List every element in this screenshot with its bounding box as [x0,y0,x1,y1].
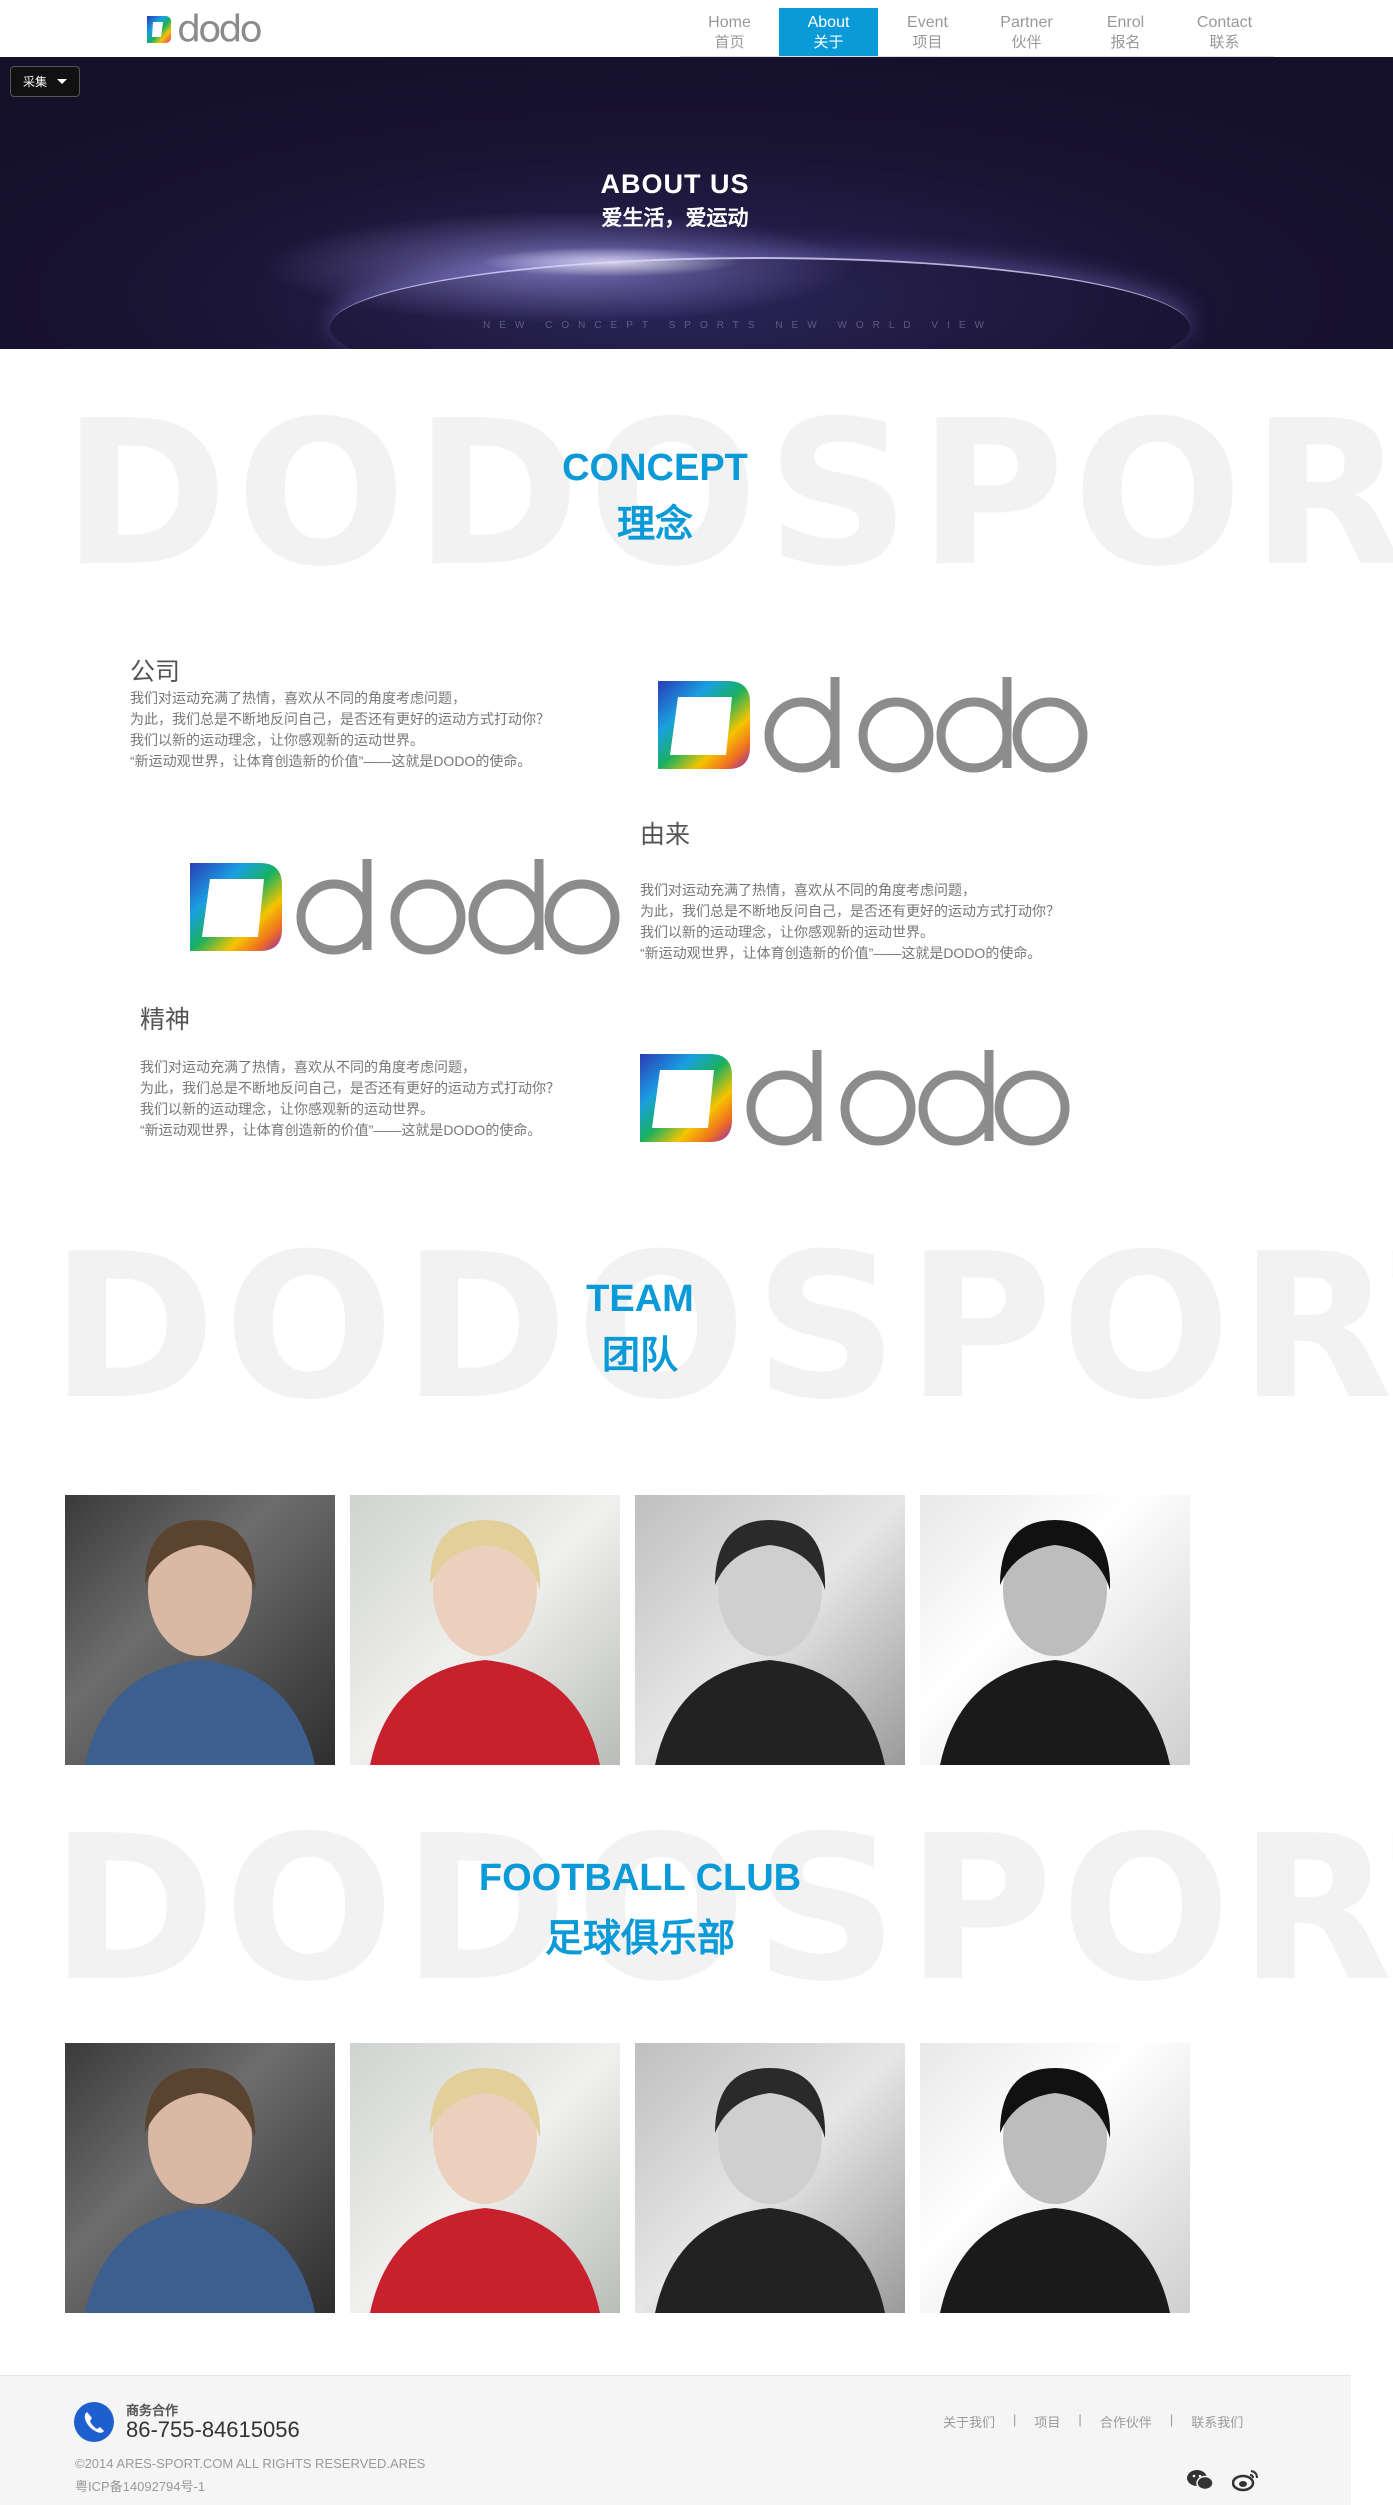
team-heading-en: TEAM [586,1278,694,1320]
team-heading-zh: 团队 [601,1335,678,1377]
club-photo-4[interactable] [920,2043,1190,2313]
dodo-logo-graphic [190,859,620,955]
footer-link-partners[interactable]: 合作伙伴 [1100,2412,1152,2431]
origin-title: 由来 [640,821,691,849]
text-line: 为此，我们总是不断地反问自己，是否还有更好的运动方式打动你？ [140,1080,560,1096]
text-line: 我们对运动充满了热情，喜欢从不同的角度考虑问题， [640,882,976,898]
footer-link-contact[interactable]: 联系我们 [1191,2412,1243,2431]
nav-item-about[interactable]: About 关于 [779,8,878,56]
portrait-image [370,2068,600,2313]
club-photo-2[interactable] [350,2043,620,2313]
divider: | [1013,2412,1017,2427]
text-line: “新运动观世界，让体育创造新的价值”——这就是DODO的使命。 [640,945,1042,961]
dodo-logo-icon [147,15,171,43]
banner-tagline: NEW CONCEPT SPORTS NEW WORLD VIEW [483,320,993,331]
dodo-logo-graphic [640,1050,1070,1146]
icp-number: 粤ICP备14092794号-1 [75,2479,206,2494]
nav-label-en: Partner [1000,14,1053,31]
portrait-image [655,1520,885,1765]
site-logo[interactable]: dodo [145,8,263,50]
concept-heading-zh: 理念 [616,504,693,546]
nav-label-en: Home [708,14,751,31]
text-line: 我们对运动充满了热情，喜欢从不同的角度考虑问题， [130,690,466,706]
spirit-title: 精神 [140,1006,191,1034]
club-heading-en: FOOTBALL CLUB [478,1857,802,1899]
concept-heading-en: CONCEPT [562,447,748,489]
club-photo-3[interactable] [635,2043,905,2313]
text-line: 为此，我们总是不断地反问自己，是否还有更好的运动方式打动你？ [130,711,550,727]
footer-links: 关于我们 | 项目 | 合作伙伴 | 联系我们 [943,2412,1243,2431]
dodo-logo-graphic [658,677,1088,773]
club-photo-1[interactable] [65,2043,335,2313]
footer-link-about[interactable]: 关于我们 [943,2412,995,2431]
dodo-logo-large [638,1048,1073,1148]
team-photo-2[interactable] [350,1495,620,1765]
nav-label-zh: 关于 [813,34,844,51]
caret-down-icon [57,79,68,84]
text-line: 我们以新的运动理念，让你感观新的运动世界。 [140,1101,434,1117]
collect-button[interactable]: 采集 [10,66,80,97]
phone-icon [74,2402,114,2442]
horizon-arc [330,257,1190,349]
nav-label-zh: 联系 [1209,34,1240,51]
nav-item-partner[interactable]: Partner 伙伴 [977,8,1076,56]
text-line: 我们以新的运动理念，让你感观新的运动世界。 [130,732,424,748]
portrait-image [940,2068,1170,2313]
dodo-logo-large [188,857,623,957]
site-header: dodo Home 首页 About 关于 Event 项目 Partner 伙伴 Enrol 报… [0,0,1393,57]
team-photo-4[interactable] [920,1495,1190,1765]
logo-wordmark: dodo [177,8,263,50]
nav-label-zh: 项目 [912,34,943,51]
footer-link-events[interactable]: 项目 [1034,2412,1060,2431]
collect-button-label: 采集 [23,75,48,89]
banner-title: ABOUT US [600,169,750,199]
nav-label-zh: 报名 [1110,34,1141,51]
portrait-image [85,1520,315,1765]
nav-item-event[interactable]: Event 项目 [878,8,977,56]
nav-item-contact[interactable]: Contact 联系 [1175,8,1274,56]
wechat-icon[interactable] [1186,2468,1214,2492]
portrait-image [655,2068,885,2313]
divider: | [1078,2412,1082,2427]
portrait-image [85,2068,315,2313]
company-text: 我们对运动充满了热情，喜欢从不同的角度考虑问题， 为此，我们总是不断地反问自己，… [130,688,550,772]
portrait-image [940,1520,1170,1765]
banner-subtitle: 爱生活，爱运动 [601,207,749,230]
nav-label-zh: 伙伴 [1011,34,1042,51]
portrait-image [370,1520,600,1765]
text-line: 我们对运动充满了热情，喜欢从不同的角度考虑问题， [140,1059,476,1075]
nav-item-enrol[interactable]: Enrol 报名 [1076,8,1175,56]
text-line: 为此，我们总是不断地反问自己，是否还有更好的运动方式打动你？ [640,903,1060,919]
site-footer: 商务合作 86-755-84615056 ©2014 ARES-SPORT.CO… [0,2375,1351,2505]
dodo-logo-large [656,675,1091,775]
main-nav: Home 首页 About 关于 Event 项目 Partner 伙伴 Enrol 报名 Cont… [680,8,1274,57]
nav-label-en: Contact [1196,14,1253,31]
team-photo-1[interactable] [65,1495,335,1765]
nav-item-home[interactable]: Home 首页 [680,8,779,56]
phone-number[interactable]: 86-755-84615056 [126,2417,300,2443]
company-title: 公司 [130,658,181,686]
weibo-icon[interactable] [1232,2468,1260,2492]
club-heading-zh: 足球俱乐部 [544,1918,735,1960]
page: dodo Home 首页 About 关于 Event 项目 Partner 伙伴 Enrol 报… [0,0,1393,2505]
about-banner: ABOUT US 爱生活，爱运动 NEW CONCEPT SPORTS NEW … [0,57,1393,349]
text-line: 我们以新的运动理念，让你感观新的运动世界。 [640,924,934,940]
spirit-text: 我们对运动充满了热情，喜欢从不同的角度考虑问题， 为此，我们总是不断地反问自己，… [140,1057,560,1141]
origin-text: 我们对运动充满了热情，喜欢从不同的角度考虑问题， 为此，我们总是不断地反问自己，… [640,880,1060,964]
nav-label-zh: 首页 [714,34,745,51]
copyright: ©2014 ARES-SPORT.COM ALL RIGHTS RESERVED… [75,2456,426,2471]
nav-label-en: About [807,14,850,31]
nav-label-en: Event [907,14,948,31]
text-line: “新运动观世界，让体育创造新的价值”——这就是DODO的使命。 [130,753,532,769]
text-line: “新运动观世界，让体育创造新的价值”——这就是DODO的使命。 [140,1122,542,1138]
nav-label-en: Enrol [1106,14,1145,31]
team-photo-3[interactable] [635,1495,905,1765]
divider: | [1169,2412,1174,2427]
